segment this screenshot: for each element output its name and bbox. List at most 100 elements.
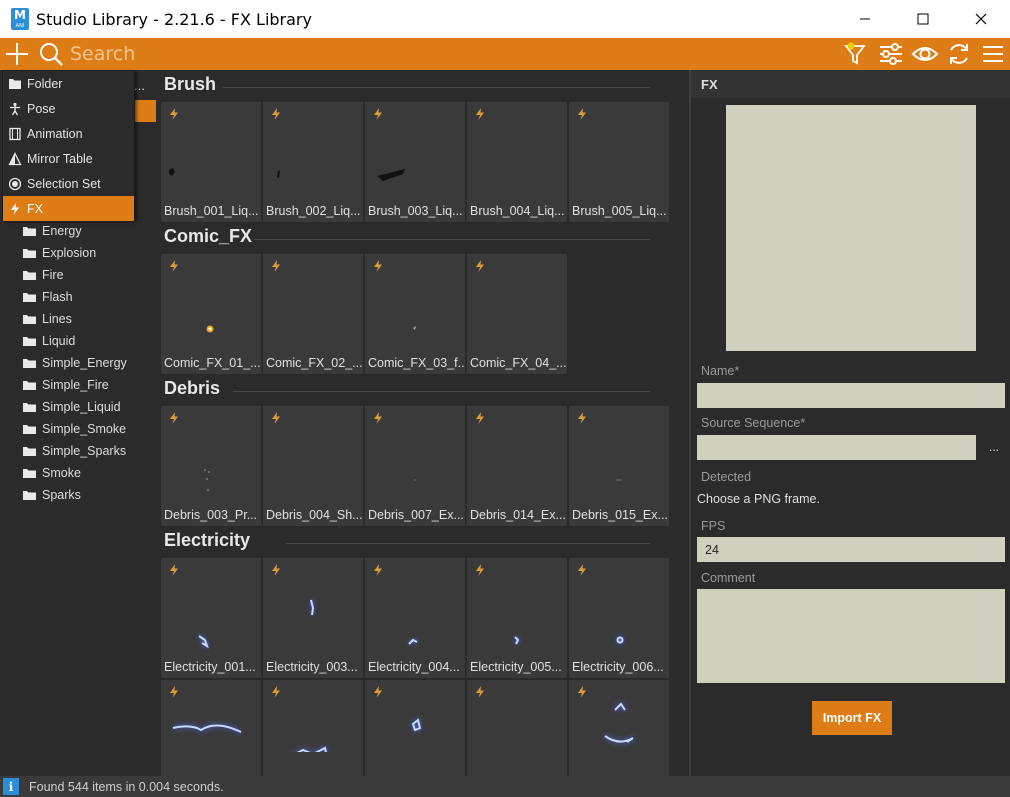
search-input[interactable] [70,43,770,65]
fx-thumbnail [467,124,567,196]
fx-item-card[interactable]: Electricity_005... [467,558,567,678]
filter-button[interactable] [840,38,874,70]
fx-thumbnail [310,599,315,616]
source-sequence-field[interactable] [697,435,976,460]
fx-thumbnail [263,428,363,500]
fx-item-label: Brush_003_Liq... [368,204,463,218]
section-title-comic-fx[interactable]: Comic_FX [164,226,252,247]
fx-item-card[interactable] [365,680,465,776]
sliders-icon [880,43,902,65]
sidebar-item-explosion[interactable]: Explosion [0,242,156,264]
menu-item-selection-set[interactable]: Selection Set [3,171,134,196]
menu-item-folder[interactable]: Folder [3,71,134,96]
view-button[interactable] [908,38,942,70]
browse-button[interactable]: ... [983,436,1005,461]
fx-bolt-icon [374,412,382,424]
close-button[interactable] [952,0,1010,38]
fx-thumbnail [604,702,634,743]
title-bar: M ANI Studio Library - 2.21.6 - FX Libra… [0,0,1010,38]
fx-item-label: Comic_FX_01_... [164,356,260,370]
fx-item-card[interactable]: Brush_003_Liq... [365,102,465,222]
fx-thumbnail [467,428,567,500]
maximize-button[interactable] [894,0,952,38]
sync-button[interactable] [942,38,976,70]
menu-item-fx[interactable]: FX [3,196,134,221]
comment-field[interactable] [697,589,1005,683]
fx-thumbnail [296,746,327,752]
section-title-debris[interactable]: Debris [164,378,220,399]
sidebar-item-label: Smoke [42,466,81,480]
sidebar-item-smoke[interactable]: Smoke [0,462,156,484]
folder-icon [23,271,36,280]
sidebar-item-flash[interactable]: Flash [0,286,156,308]
sidebar-item-fire[interactable]: Fire [0,264,156,286]
fx-item-card[interactable]: Electricity_003... [263,558,363,678]
menu-item-pose[interactable]: Pose [3,96,134,121]
fx-thumbnail [408,638,418,645]
sidebar-item-label: Simple_Smoke [42,422,127,436]
new-item-button[interactable] [0,38,34,70]
sidebar-item-simple-energy[interactable]: Simple_Energy [0,352,156,374]
hamburger-icon [983,46,1003,62]
sidebar-item-label: Flash [42,290,73,304]
fx-item-label: Comic_FX_04_... [470,356,566,370]
sidebar-item-lines[interactable]: Lines [0,308,156,330]
fx-item-label: Debris_003_Pr... [164,508,258,522]
folder-icon [23,381,36,390]
import-fx-button[interactable]: Import FX [812,701,892,735]
menu-item-animation[interactable]: Animation [3,121,134,146]
fx-item-card[interactable]: Debris_004_Sh... [263,406,363,526]
sidebar-item-label: Lines [42,312,72,326]
thumbnail-preview[interactable] [726,105,976,351]
fx-item-card[interactable]: Comic_FX_01_... [161,254,261,374]
fx-item-card[interactable]: Comic_FX_02_... [263,254,363,374]
fps-field[interactable] [697,537,1005,562]
sidebar-item-energy[interactable]: Energy [0,220,156,242]
fx-item-card[interactable]: Debris_007_Ex... [365,406,465,526]
fx-item-card[interactable]: Brush_005_Liq... [569,102,669,222]
sidebar-item-sparks[interactable]: Sparks [0,484,156,506]
sidebar-item-simple-fire[interactable]: Simple_Fire [0,374,156,396]
fx-bolt-icon [476,260,484,272]
fx-item-card[interactable]: Brush_001_Liq... [161,102,261,222]
sidebar-item-simple-sparks[interactable]: Simple_Sparks [0,440,156,462]
fx-item-card[interactable]: Electricity_001... [161,558,261,678]
fx-item-card[interactable] [263,680,363,776]
sidebar-item-liquid[interactable]: Liquid [0,330,156,352]
fx-item-label: Brush_004_Liq... [470,204,565,218]
fx-item-card[interactable] [161,680,261,776]
fx-create-panel: FX Name* Source Sequence* ... Detected C… [689,70,1010,776]
fx-thumbnail [206,325,214,333]
section-title-brush[interactable]: Brush [164,74,216,95]
sidebar-item-simple-smoke[interactable]: Simple_Smoke [0,418,156,440]
fx-thumbnail [616,636,624,644]
fx-item-card[interactable] [467,680,567,776]
fx-item-card[interactable]: Brush_004_Liq... [467,102,567,222]
search-icon [34,38,68,70]
section-title-electricity[interactable]: Electricity [164,530,250,551]
menu-item-mirror-table[interactable]: Mirror Table [3,146,134,171]
fx-item-card[interactable] [569,680,669,776]
app-icon: M ANI [11,8,29,30]
fx-item-card[interactable]: Electricity_004... [365,558,465,678]
status-bar: i Found 544 items in 0.004 seconds. [0,776,1010,797]
fx-item-card[interactable]: Comic_FX_03_f... [365,254,465,374]
sidebar-item-label: Liquid [42,334,76,348]
fx-thumbnail [172,724,242,733]
minimize-button[interactable] [836,0,894,38]
fx-item-card[interactable]: Debris_015_Ex... [569,406,669,526]
menu-button[interactable] [976,38,1010,70]
name-field[interactable] [697,383,1005,408]
mirror-icon [8,151,22,165]
fx-thumbnail [277,170,280,178]
sidebar-item-simple-liquid[interactable]: Simple_Liquid [0,396,156,418]
fx-item-card[interactable]: Comic_FX_04_... [467,254,567,374]
fx-item-card[interactable]: Debris_014_Ex... [467,406,567,526]
fx-item-card[interactable]: Brush_002_Liq... [263,102,363,222]
fx-item-card[interactable]: Electricity_006... [569,558,669,678]
fx-item-card[interactable]: Debris_003_Pr... [161,406,261,526]
sidebar-item-label: Explosion [42,246,97,260]
sidebar-selected-item[interactable] [134,100,156,122]
detected-text: Choose a PNG frame. [697,492,820,506]
settings-sliders-button[interactable] [874,38,908,70]
